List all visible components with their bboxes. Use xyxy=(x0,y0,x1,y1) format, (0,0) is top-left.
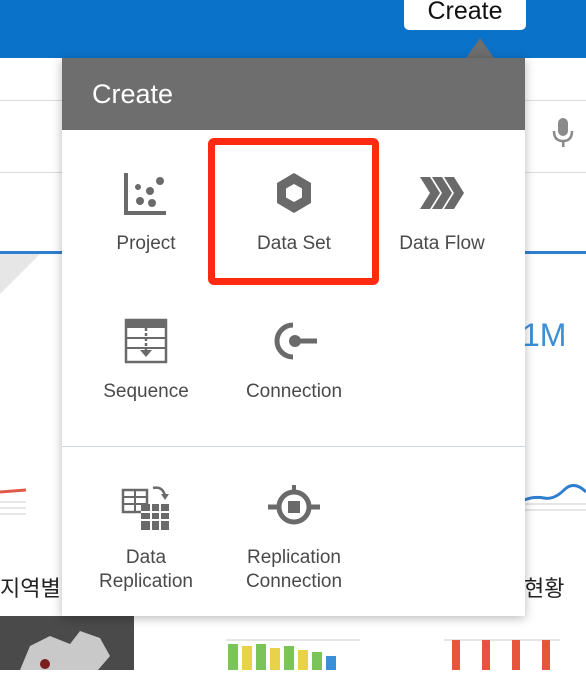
create-data-replication-item[interactable]: Data Replication xyxy=(72,476,220,606)
create-data-flow-item[interactable]: Data Flow xyxy=(368,162,516,292)
create-popover: Create Project Data Set Data Flow Sequen… xyxy=(62,58,525,616)
plug-connection-icon xyxy=(274,322,317,360)
item-label: Data Replication xyxy=(99,547,193,592)
popover-divider xyxy=(62,446,525,447)
item-label: Connection xyxy=(245,381,343,402)
create-data-set-item[interactable]: Data Set xyxy=(220,162,368,292)
sequence-icon xyxy=(124,318,168,364)
map-shape xyxy=(20,631,110,670)
sparkline-right xyxy=(524,484,586,511)
create-replication-connection-item[interactable]: Replication Connection xyxy=(220,476,368,606)
kpi-value: 1M xyxy=(522,317,567,353)
background-bar-charts xyxy=(226,639,560,670)
project-scatter-icon xyxy=(124,173,166,215)
create-sequence-item[interactable]: Sequence xyxy=(72,310,220,440)
item-label: Sequence xyxy=(103,381,189,402)
top-bar: Create xyxy=(0,0,586,58)
background-chart-title: 현황 xyxy=(524,576,565,601)
item-label: Project xyxy=(116,233,176,254)
hexagon-dataset-icon xyxy=(277,173,311,213)
create-project-item[interactable]: Project xyxy=(72,162,220,292)
popover-caret xyxy=(466,38,494,58)
sparkline-left xyxy=(0,488,27,515)
background-chart-title: 지역별 xyxy=(0,576,61,601)
create-button[interactable]: Create xyxy=(404,0,526,30)
item-label: Replication Connection xyxy=(245,547,343,592)
popover-title: Create xyxy=(62,58,525,130)
corner-decoration xyxy=(0,254,40,294)
create-connection-item[interactable]: Connection xyxy=(220,310,368,440)
chevrons-dataflow-icon xyxy=(420,177,464,209)
background-map xyxy=(0,616,134,670)
microphone-icon[interactable] xyxy=(551,116,575,150)
item-label: Data Set xyxy=(257,233,331,254)
data-replication-icon xyxy=(121,486,169,530)
item-label: Data Flow xyxy=(399,233,485,254)
replication-connection-icon xyxy=(268,485,320,525)
